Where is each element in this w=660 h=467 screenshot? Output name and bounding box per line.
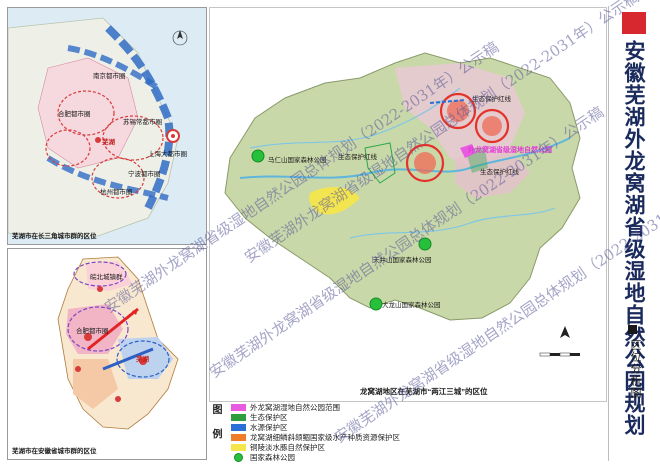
scale-bar-icon bbox=[539, 352, 580, 357]
city-label-suxichang: 苏锡常都市圈 bbox=[123, 119, 162, 126]
city-label-ningbo: 宁波都市圈 bbox=[128, 171, 161, 178]
title-bar-accent bbox=[622, 12, 646, 34]
legend-swatch-fish bbox=[231, 433, 246, 441]
city-label-wuhu: 芜湖 bbox=[102, 139, 115, 146]
anhui-label-hefei: 合肥都市圈 bbox=[76, 328, 109, 335]
forest-park-dot-icon bbox=[231, 452, 246, 462]
page-subtitle: 区位分析图 bbox=[629, 339, 642, 399]
inset-anhui: 皖北城镇群 合肥都市圈 芜湖 芜湖市在安徽省城市群的区位 bbox=[7, 248, 207, 460]
legend-swatch-dolphin bbox=[231, 443, 246, 451]
inset-bottom-caption: 芜湖市在安徽省城市群的区位 bbox=[12, 448, 97, 455]
subtitle-marker bbox=[628, 325, 637, 334]
legend-swatch-water bbox=[231, 423, 246, 431]
divider-line bbox=[608, 6, 609, 461]
legend-label-forest: 国家森林公园 bbox=[250, 452, 295, 462]
inset-top-caption: 芜湖市在长三角城市群的区位 bbox=[12, 233, 97, 240]
anhui-label-wuhu: 芜湖 bbox=[136, 356, 149, 363]
main-label-forest3: 大龙山国家森林公园 bbox=[382, 302, 441, 309]
inset-yangtze-map bbox=[8, 8, 206, 244]
city-label-nanjing: 南京都市圈 bbox=[93, 73, 126, 80]
city-label-shanghai-metro: 上海大都市圈 bbox=[148, 151, 187, 158]
inset-yangtze-delta: 芜湖市在长三角城市群的区位 南京都市圈 合肥都市圈 苏锡常都市圈 上海大都市圈 … bbox=[7, 7, 207, 245]
legend-swatch-eco bbox=[231, 413, 246, 421]
city-label-hangzhou: 杭州都市圈 bbox=[100, 189, 133, 196]
anhui-label-wanbei: 皖北城镇群 bbox=[90, 274, 123, 281]
legend-heading: 图 例 bbox=[210, 404, 221, 445]
legend-swatch-park bbox=[231, 403, 246, 411]
city-label-hefei: 合肥都市圈 bbox=[58, 111, 91, 118]
